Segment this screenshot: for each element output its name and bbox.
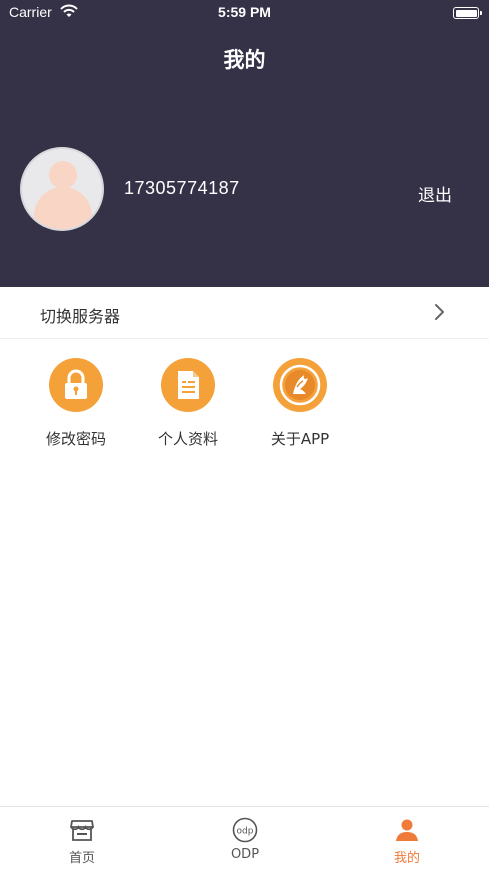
- tab-mine[interactable]: 我的: [357, 817, 457, 872]
- shop-icon: [70, 820, 94, 841]
- person-icon: [396, 819, 418, 841]
- avatar[interactable]: [20, 147, 104, 231]
- odp-logo-icon: odp: [232, 817, 258, 843]
- tab-home-label: 首页: [68, 851, 95, 866]
- tab-odp[interactable]: odp ODP: [195, 817, 295, 872]
- function-grid: 修改密码 个人资料 关于APP: [0, 340, 489, 470]
- battery-icon: [453, 7, 482, 19]
- tab-mine-label: 我的: [393, 851, 420, 866]
- lock-icon: [49, 358, 103, 412]
- svg-text:odp: odp: [237, 827, 254, 837]
- tab-bar: 首页 odp ODP 我的: [0, 806, 489, 875]
- profile-info-label: 个人资料: [157, 430, 218, 448]
- about-app-label: 关于APP: [270, 430, 330, 448]
- about-app-item[interactable]: 关于APP: [245, 358, 355, 458]
- logout-button[interactable]: 退出: [418, 181, 452, 206]
- document-icon: [161, 358, 215, 412]
- profile-header: Carrier 5:59 PM 我的 17305774187 退出: [0, 0, 489, 287]
- status-time: 5:59 PM: [218, 4, 271, 20]
- tab-odp-label: ODP: [230, 847, 260, 862]
- change-password-item[interactable]: 修改密码: [21, 358, 131, 458]
- app-logo-icon: [273, 358, 327, 412]
- user-phone: 17305774187: [124, 178, 240, 198]
- chevron-right-icon: [435, 304, 444, 320]
- change-password-label: 修改密码: [45, 430, 106, 448]
- switch-server-row[interactable]: 切换服务器: [0, 287, 489, 339]
- tab-home[interactable]: 首页: [32, 817, 132, 872]
- status-bar: Carrier 5:59 PM: [0, 0, 489, 26]
- switch-server-label: 切换服务器: [40, 307, 121, 326]
- profile-info-item[interactable]: 个人资料: [133, 358, 243, 458]
- page-title: 我的: [223, 48, 266, 72]
